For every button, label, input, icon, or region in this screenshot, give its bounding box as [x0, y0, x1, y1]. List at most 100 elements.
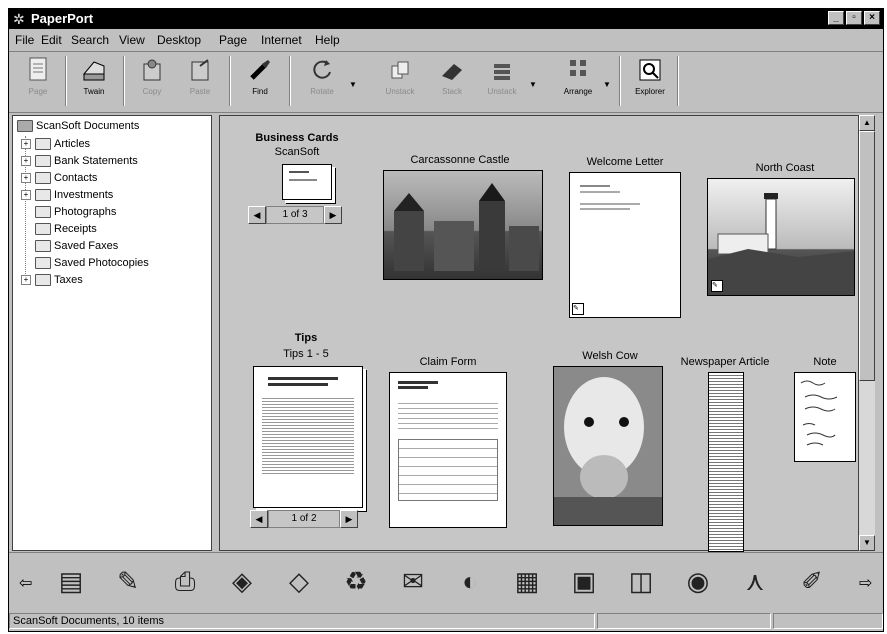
photo-editor-icon[interactable]: ▦	[509, 563, 545, 599]
vertical-scrollbar[interactable]: ▲ ▼	[859, 115, 875, 551]
business-cards-thumbnail[interactable]	[282, 164, 332, 200]
mail-icon[interactable]: ✉	[395, 563, 431, 599]
menu-search[interactable]: Search	[71, 33, 109, 47]
twain-button[interactable]: Twain	[71, 56, 117, 108]
folder-articles[interactable]: + Articles	[21, 136, 90, 152]
paint-icon[interactable]: ◈	[224, 563, 260, 599]
unstack-button[interactable]: Unstack	[377, 56, 423, 108]
scroll-up-button[interactable]: ▲	[859, 115, 875, 131]
stack-dropdown-arrow[interactable]: ▼	[529, 80, 537, 89]
rotate-label: Rotate	[310, 87, 334, 96]
eye-icon[interactable]: ◉	[680, 563, 716, 599]
prev-page-button[interactable]: ◀	[248, 206, 266, 224]
menu-help[interactable]: Help	[315, 33, 340, 47]
close-button[interactable]: ×	[864, 11, 880, 25]
expand-icon[interactable]: +	[21, 139, 31, 150]
tips-thumbnail[interactable]	[253, 366, 363, 508]
scroll-thumb[interactable]	[859, 131, 875, 381]
business-cards-title: Business Cards	[255, 132, 339, 144]
maximize-button[interactable]: ▫	[846, 11, 862, 25]
title-bar: ✲ PaperPort _ ▫ ×	[9, 9, 883, 29]
next-page-button[interactable]: ▶	[324, 206, 342, 224]
folder-taxes[interactable]: + Taxes	[21, 272, 83, 288]
explorer-button[interactable]: Explorer	[627, 56, 673, 108]
status-text: ScanSoft Documents, 10 items	[9, 613, 595, 629]
welsh-cow-thumbnail[interactable]	[553, 366, 663, 526]
menu-edit[interactable]: Edit	[41, 33, 62, 47]
acrobat-icon[interactable]: ⋏	[737, 563, 773, 599]
note-thumbnail[interactable]	[794, 372, 856, 462]
minimize-button[interactable]: _	[828, 11, 844, 25]
north-coast-thumbnail[interactable]: ✎	[707, 178, 855, 296]
copy-label: Copy	[142, 87, 162, 96]
flashlight-icon	[250, 60, 270, 80]
menu-view[interactable]: View	[119, 33, 145, 47]
folder-icon	[35, 257, 51, 270]
next-page-button[interactable]: ▶	[340, 510, 358, 528]
send-bar-right-arrow-icon[interactable]: ⇨	[859, 573, 872, 593]
business-cards-stack-control: ◀ 1 of 3 ▶	[248, 206, 342, 224]
stamp-icon[interactable]: ◇	[281, 563, 317, 599]
menu-desktop[interactable]: Desktop	[157, 33, 201, 47]
scroll-down-button[interactable]: ▼	[859, 535, 875, 551]
folder-icon	[35, 172, 51, 185]
arrange-button[interactable]: Arrange	[555, 56, 601, 108]
expand-icon[interactable]: +	[21, 275, 31, 286]
folder-label: Contacts	[54, 172, 98, 184]
folder-saved-photocopies[interactable]: Saved Photocopies	[35, 255, 149, 271]
recycle-icon[interactable]: ♻	[338, 563, 374, 599]
folder-photographs[interactable]: Photographs	[35, 204, 116, 220]
newspaper-article-thumbnail[interactable]	[708, 372, 744, 552]
toolbar: Page Twain Copy Paste Find Rotate ▼ Unst…	[9, 51, 883, 113]
menu-bar: File Edit Search View Desktop Page Inter…	[9, 30, 883, 50]
prev-page-button[interactable]: ◀	[250, 510, 268, 528]
folder-receipts[interactable]: Receipts	[35, 221, 97, 237]
expand-icon[interactable]: +	[21, 156, 31, 167]
palette-icon[interactable]: ✐	[794, 563, 830, 599]
toolbar-separator	[123, 56, 125, 106]
stack-button[interactable]: Stack	[429, 56, 475, 108]
folder-icon	[35, 189, 51, 202]
folder-contacts[interactable]: + Contacts	[21, 170, 97, 186]
expand-icon[interactable]: +	[21, 173, 31, 184]
rotate-dropdown-arrow[interactable]: ▼	[349, 80, 357, 89]
copy-button[interactable]: Copy	[129, 56, 175, 108]
folder-label: Investments	[54, 189, 114, 201]
rotate-button[interactable]: Rotate	[299, 56, 345, 108]
menu-file[interactable]: File	[15, 33, 34, 47]
find-button[interactable]: Find	[237, 56, 283, 108]
paperport-logo-icon: ✲	[13, 11, 25, 27]
box-icon[interactable]: ▣	[566, 563, 602, 599]
carcassonne-thumbnail[interactable]	[383, 170, 543, 280]
page-button[interactable]: Page	[15, 56, 61, 108]
paperport-window: ✲ PaperPort _ ▫ × File Edit Search View …	[8, 8, 884, 632]
status-panel-3	[773, 613, 883, 629]
menu-internet[interactable]: Internet	[261, 33, 302, 47]
image-icon[interactable]: ◫	[623, 563, 659, 599]
welcome-letter-thumbnail[interactable]: ✎	[569, 172, 681, 318]
toolbar-separator	[229, 56, 231, 106]
claim-form-thumbnail[interactable]	[389, 372, 507, 528]
send-bar-left-arrow-icon[interactable]: ⇦	[19, 573, 32, 593]
arrange-icon	[570, 60, 586, 76]
tree-root[interactable]: ScanSoft Documents	[17, 118, 139, 134]
folder-label: Receipts	[54, 223, 97, 235]
folder-saved-faxes[interactable]: Saved Faxes	[35, 238, 118, 254]
menu-page[interactable]: Page	[219, 33, 247, 47]
arrange-dropdown-arrow[interactable]: ▼	[603, 80, 611, 89]
send-to-bar: ⇦ ▤ ✎ ⎙ ◈ ◇ ♻ ✉ ◐ ▦ ▣ ◫ ◉ ⋏ ✐ ⇨	[9, 552, 883, 611]
unstack-2-button[interactable]: Unstack	[479, 56, 525, 108]
tree-root-label: ScanSoft Documents	[36, 120, 140, 132]
folder-investments[interactable]: + Investments	[21, 187, 113, 203]
paste-button[interactable]: Paste	[177, 56, 223, 108]
cd-icon[interactable]: ◐	[452, 563, 488, 599]
folder-bank-statements[interactable]: + Bank Statements	[21, 153, 138, 169]
folder-icon	[35, 138, 51, 151]
paste-label: Paste	[189, 87, 211, 96]
expand-icon[interactable]: +	[21, 190, 31, 201]
scanner-to-app-icon[interactable]: ⎙	[167, 563, 203, 599]
toolbar-separator	[65, 56, 67, 106]
status-panel-2	[597, 613, 771, 629]
pen-icon[interactable]: ✎	[110, 563, 146, 599]
fax-icon[interactable]: ▤	[53, 563, 89, 599]
